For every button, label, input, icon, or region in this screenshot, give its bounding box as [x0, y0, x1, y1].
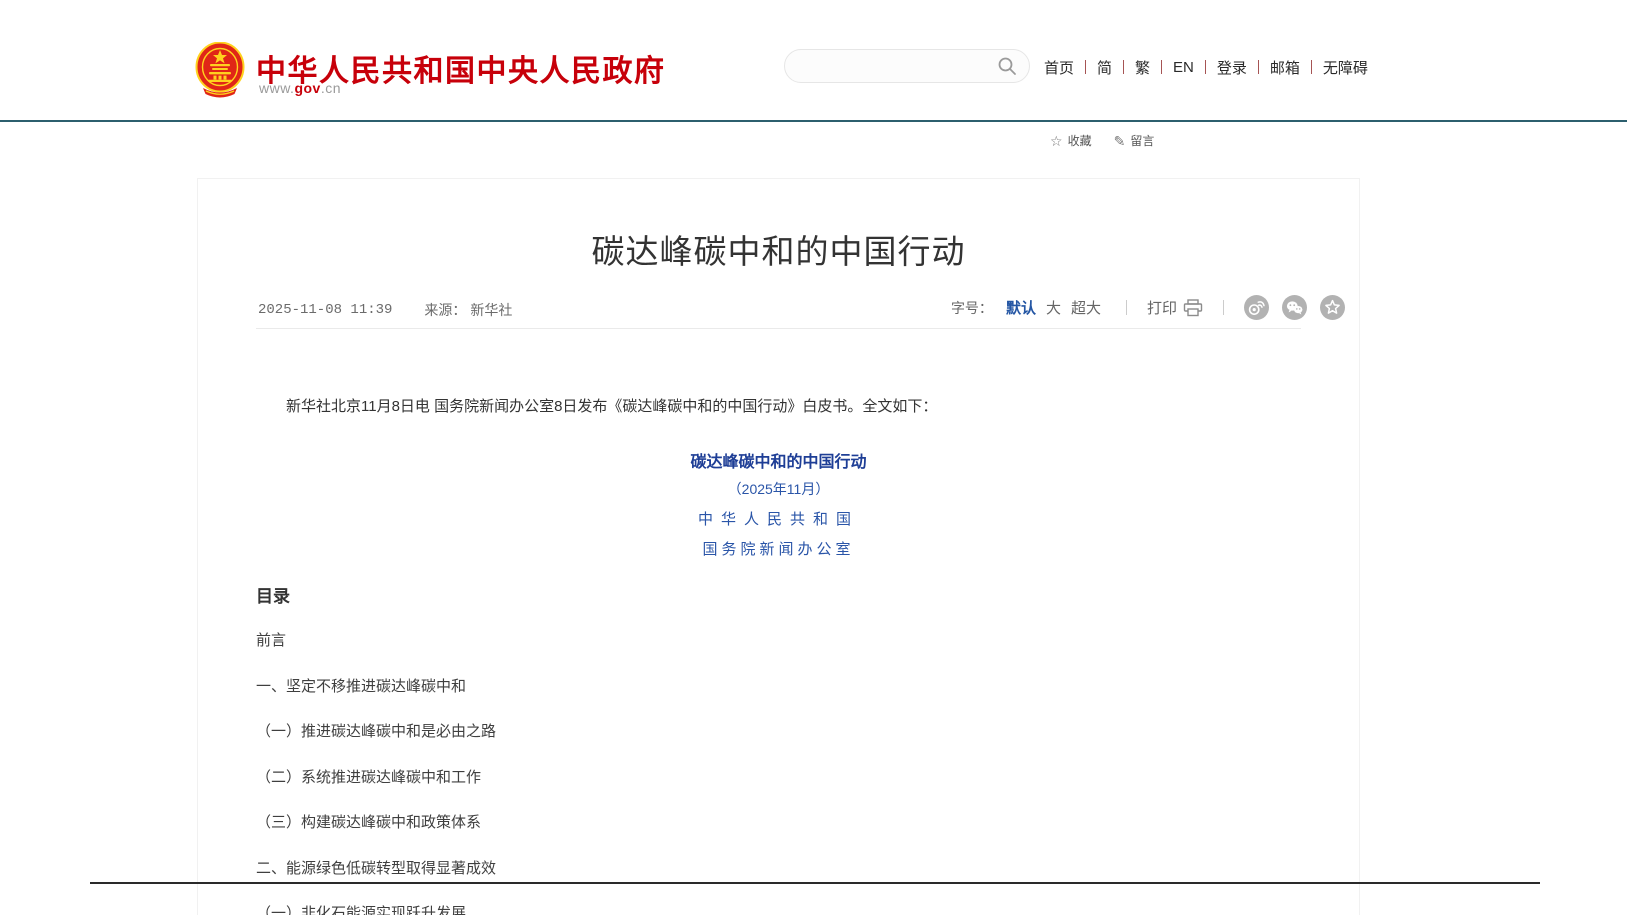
publish-date: 2025-11-08 11:39: [258, 302, 392, 318]
toolbar-separator: [1223, 300, 1224, 315]
comment-label: 留言: [1130, 132, 1154, 149]
site-url-www: www.: [259, 80, 294, 96]
favorite-label: 收藏: [1068, 132, 1092, 149]
article-tools: 字号： 默认 大 超大 打印: [951, 295, 1345, 320]
nav-separator: [1258, 60, 1259, 74]
star-outline-icon: ☆: [1050, 134, 1063, 148]
top-nav: 首页 简 繁 EN 登录 邮箱 无障碍: [1044, 57, 1368, 77]
site-header: 中华人民共和国中央人民政府 www.gov.cn 首页 简 繁 EN 登录 邮箱…: [0, 0, 1627, 120]
share-icons: [1244, 295, 1345, 320]
document-date: （2025年11月）: [198, 479, 1359, 499]
search-input[interactable]: [785, 51, 997, 81]
search-box[interactable]: [784, 49, 1030, 83]
font-size-large[interactable]: 大: [1046, 297, 1061, 318]
printer-icon: [1183, 299, 1203, 317]
print-button[interactable]: 打印: [1147, 297, 1203, 318]
toc-item-1-2: （二）系统推进碳达峰碳中和工作: [256, 766, 481, 787]
favorite-button[interactable]: ☆ 收藏: [1050, 132, 1092, 149]
search-icon[interactable]: [997, 56, 1017, 76]
nav-item-traditional[interactable]: 繁: [1135, 57, 1150, 78]
nav-item-mail[interactable]: 邮箱: [1270, 57, 1300, 78]
nav-separator: [1161, 60, 1162, 74]
article-meta: 2025-11-08 11:39 来源： 新华社: [258, 300, 512, 320]
print-label: 打印: [1147, 297, 1177, 318]
toc-heading: 目录: [256, 582, 290, 607]
nav-separator: [1311, 60, 1312, 74]
nav-item-simplified[interactable]: 简: [1097, 57, 1112, 78]
weibo-icon[interactable]: [1244, 295, 1269, 320]
font-size-label: 字号：: [951, 298, 993, 318]
star-share-icon[interactable]: [1320, 295, 1345, 320]
article-card: 碳达峰碳中和的中国行动 2025-11-08 11:39 来源： 新华社 字号：…: [197, 178, 1360, 915]
nav-separator: [1085, 60, 1086, 74]
document-org-line1: 中华人民共和国: [198, 508, 1359, 529]
toc-item-2: 二、能源绿色低碳转型取得显著成效: [256, 857, 496, 878]
site-url-cn: .cn: [321, 80, 341, 96]
source-value: 新华社: [470, 300, 512, 320]
toc-item-1-3: （三）构建碳达峰碳中和政策体系: [256, 811, 481, 832]
font-size-default[interactable]: 默认: [1006, 297, 1036, 318]
nav-separator: [1123, 60, 1124, 74]
document-title: 碳达峰碳中和的中国行动: [198, 448, 1359, 472]
bottom-border-line: [90, 882, 1540, 884]
nav-separator: [1205, 60, 1206, 74]
meta-divider-line: [256, 328, 1301, 329]
toc-item-1: 一、坚定不移推进碳达峰碳中和: [256, 675, 466, 696]
site-url[interactable]: www.gov.cn: [259, 80, 341, 96]
intro-paragraph: 新华社北京11月8日电 国务院新闻办公室8日发布《碳达峰碳中和的中国行动》白皮书…: [256, 394, 1301, 420]
page-title: 碳达峰碳中和的中国行动: [198, 225, 1359, 273]
toc-item-2-1: （一）非化石能源实现跃升发展: [256, 902, 466, 915]
nav-item-home[interactable]: 首页: [1044, 57, 1074, 78]
toc-item-1-1: （一）推进碳达峰碳中和是必由之路: [256, 720, 496, 741]
source-label: 来源：: [424, 300, 466, 320]
pencil-icon: ✎: [1114, 134, 1126, 148]
comment-button[interactable]: ✎ 留言: [1114, 132, 1155, 149]
document-org-line2: 国务院新闻办公室: [198, 538, 1359, 559]
toc-item-preface: 前言: [256, 629, 286, 650]
site-url-gov: gov: [294, 80, 320, 96]
font-size-xlarge[interactable]: 超大: [1071, 297, 1101, 318]
nav-item-english[interactable]: EN: [1173, 59, 1194, 76]
quick-actions: ☆ 收藏 ✎ 留言: [1050, 132, 1154, 149]
national-emblem-logo: [195, 42, 245, 99]
header-divider-line: [0, 120, 1627, 122]
toolbar-separator: [1126, 300, 1127, 315]
page: 中华人民共和国中央人民政府 www.gov.cn 首页 简 繁 EN 登录 邮箱…: [0, 0, 1627, 915]
nav-item-accessibility[interactable]: 无障碍: [1323, 57, 1368, 78]
nav-item-login[interactable]: 登录: [1217, 57, 1247, 78]
wechat-icon[interactable]: [1282, 295, 1307, 320]
